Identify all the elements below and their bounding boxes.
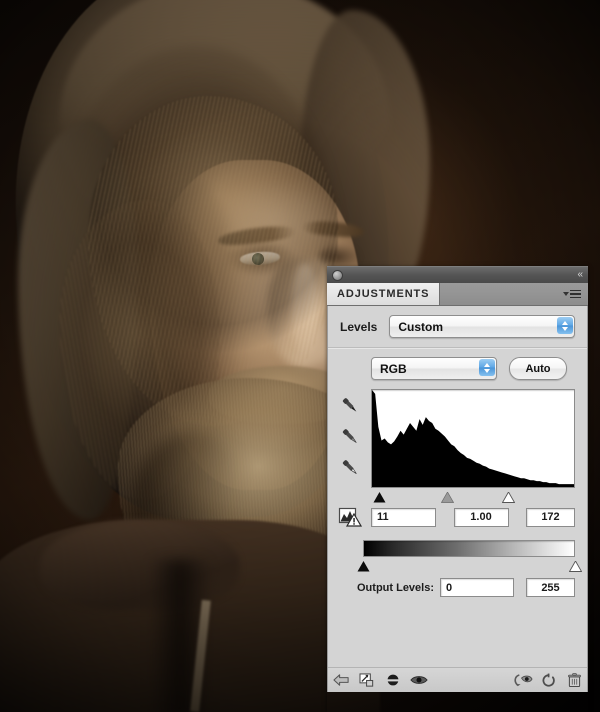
channel-dropdown[interactable]: RGB — [371, 357, 497, 380]
tab-adjustments[interactable]: ADJUSTMENTS — [327, 283, 441, 305]
output-levels-slider-track[interactable] — [357, 558, 582, 572]
coat-collar — [40, 520, 240, 610]
toggle-layer-visibility-icon[interactable] — [406, 669, 432, 691]
eyedropper-column — [328, 389, 371, 502]
auto-button-label: Auto — [525, 362, 551, 375]
output-levels-label: Output Levels: — [357, 581, 435, 594]
input-black-field[interactable]: 11 — [371, 507, 436, 527]
histogram-plot — [372, 390, 574, 487]
histogram-column — [371, 389, 575, 503]
panel-footer-toolbar — [328, 667, 587, 692]
output-black-value: 0 — [446, 581, 453, 594]
auto-button[interactable]: Auto — [509, 357, 567, 380]
input-levels-values-row: 11 1.00 172 — [328, 502, 587, 527]
levels-preset-stepper-icon[interactable] — [557, 317, 573, 334]
black-point-eyedropper[interactable] — [339, 395, 361, 417]
chevron-down-icon — [563, 292, 569, 296]
levels-preset-row: Levels Custom — [328, 306, 587, 338]
histogram-area — [328, 389, 587, 503]
preview-previous-state-icon[interactable] — [509, 669, 535, 691]
output-black-field[interactable]: 0 — [440, 578, 515, 597]
channel-stepper-icon[interactable] — [479, 359, 495, 376]
toggle-layer-mask-icon[interactable] — [380, 669, 406, 691]
gradient-column — [357, 540, 582, 572]
output-levels-gradient-area — [328, 540, 587, 572]
output-levels-row: Output Levels: 0 255 — [328, 578, 587, 597]
clip-to-layer-icon[interactable] — [354, 669, 380, 691]
panel-tabbar: ADJUSTMENTS — [327, 283, 588, 306]
levels-preset-dropdown[interactable]: Custom — [389, 315, 575, 338]
output-white-value: 255 — [541, 581, 560, 594]
output-gradient-bar — [363, 540, 575, 557]
input-gamma-value: 1.00 — [470, 511, 492, 523]
input-white-value: 172 — [541, 511, 560, 523]
input-gamma-slider[interactable] — [440, 490, 455, 503]
screenshot-root: « ADJUSTMENTS Levels Custom RGB Auto 11 … — [0, 0, 600, 712]
tab-adjustments-label: ADJUSTMENTS — [337, 288, 430, 300]
delete-adjustment-layer-icon[interactable] — [561, 669, 587, 691]
channel-value: RGB — [380, 361, 407, 376]
window-dot-icon — [332, 270, 343, 281]
output-white-field[interactable]: 255 — [526, 578, 575, 597]
collapse-panel-icon[interactable]: « — [577, 268, 582, 282]
panel-menu-icon[interactable] — [563, 283, 588, 305]
panel-titlebar[interactable]: « — [327, 266, 588, 283]
output-black-slider[interactable] — [357, 559, 370, 572]
levels-label: Levels — [340, 319, 378, 334]
input-black-slider[interactable] — [373, 490, 386, 503]
histogram-refresh-warning-icon[interactable] — [328, 507, 371, 527]
gray-point-eyedropper[interactable] — [339, 426, 361, 448]
channel-row: RGB Auto — [328, 349, 587, 380]
white-point-eyedropper[interactable] — [339, 457, 361, 479]
tabbar-filler — [440, 283, 563, 305]
output-white-slider[interactable] — [568, 559, 582, 572]
return-to-adjustment-list-icon[interactable] — [328, 669, 354, 691]
input-gamma-field[interactable]: 1.00 — [453, 507, 509, 527]
levels-preset-value: Custom — [398, 319, 444, 334]
reset-adjustment-icon[interactable] — [535, 669, 561, 691]
levels-histogram[interactable] — [371, 389, 575, 488]
hamburger-icon — [570, 289, 581, 299]
panel-body: Levels Custom RGB Auto 11 1.00 172 Outpu… — [327, 306, 588, 692]
input-white-slider[interactable] — [501, 490, 516, 503]
input-white-field[interactable]: 172 — [526, 507, 575, 527]
input-levels-fields: 11 1.00 172 — [371, 507, 575, 527]
input-levels-slider-track[interactable] — [371, 489, 575, 503]
adjustments-panel: « ADJUSTMENTS Levels Custom RGB Auto 11 … — [327, 266, 588, 712]
input-black-value: 11 — [377, 511, 389, 523]
